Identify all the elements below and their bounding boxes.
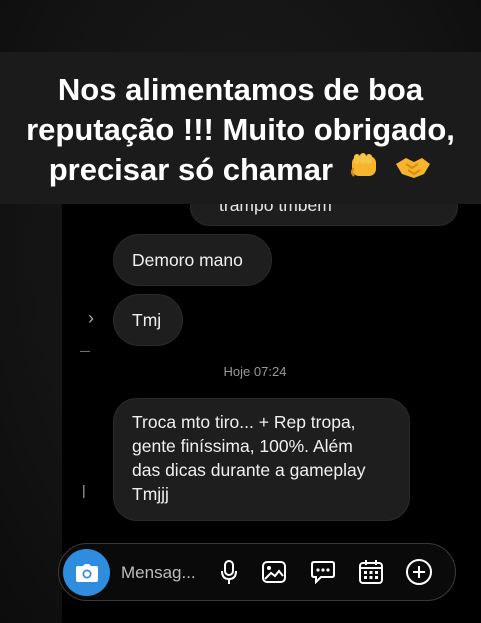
message-text: Tmj — [132, 310, 162, 330]
fist-icon — [346, 150, 382, 192]
image-icon — [262, 561, 286, 583]
microphone-button[interactable] — [215, 558, 243, 586]
story-caption: Nos alimentamos de boa reputação !!! Mui… — [0, 52, 481, 204]
message-timestamp: Hoje 07:24 — [223, 364, 287, 379]
camera-button[interactable] — [63, 549, 110, 596]
gallery-button[interactable] — [260, 558, 288, 586]
more-button[interactable] — [405, 558, 433, 586]
caption-line-2: reputação !!! Muito obrigado, — [26, 111, 455, 147]
message-input[interactable] — [119, 558, 223, 588]
caption-line-3-wrap: precisar só chamar — [49, 150, 433, 193]
sticker-button[interactable] — [309, 558, 337, 586]
chevron-icon: › — [88, 308, 94, 328]
message-composer — [58, 543, 456, 601]
message-bubble: Tmj — [113, 294, 183, 346]
handshake-icon — [394, 150, 432, 192]
microphone-icon — [221, 560, 237, 584]
dash-icon: | — [82, 482, 86, 498]
camera-icon — [75, 563, 98, 582]
message-bubble: Troca mto tiro... + Rep tropa, gente fin… — [113, 398, 410, 521]
caption-line-3: precisar só chamar — [48, 151, 334, 187]
screen: trampo tmbem Nos alimentamos de boa repu… — [0, 0, 481, 623]
caption-line-1: Nos alimentamos de boa — [57, 71, 424, 107]
message-text: Demoro mano — [132, 250, 243, 270]
plus-icon — [406, 559, 432, 585]
calendar-button[interactable] — [357, 558, 385, 586]
calendar-icon — [359, 560, 383, 584]
message-text: Troca mto tiro... + Rep tropa, gente fin… — [132, 412, 366, 504]
message-bubble: Demoro mano — [113, 234, 272, 286]
dash-icon: — — [80, 346, 90, 357]
sticker-icon — [311, 561, 335, 584]
